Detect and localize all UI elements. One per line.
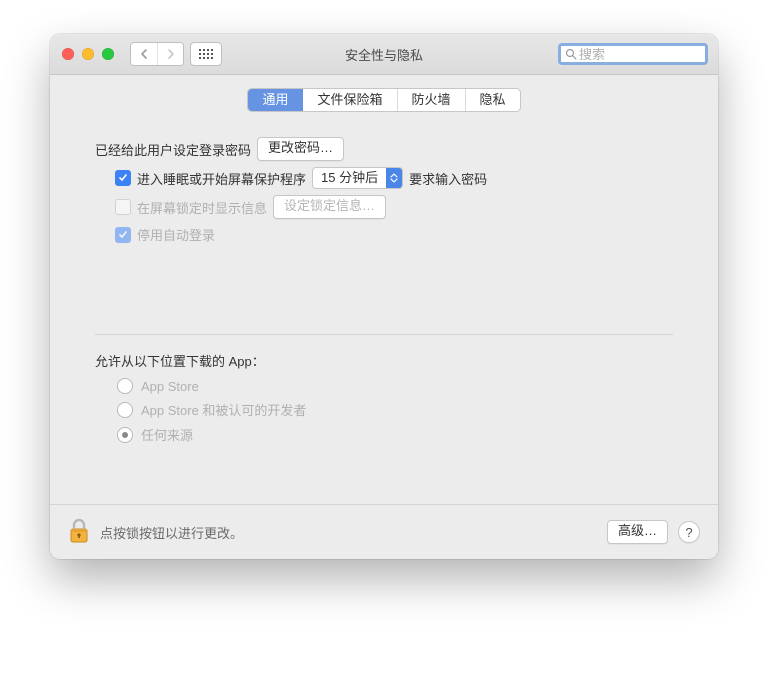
require-password-label: 进入睡眠或开始屏幕保护程序 [137,169,306,188]
advanced-button[interactable]: 高级… [607,520,668,544]
nav-back-forward [130,42,184,66]
radio-icon [117,378,133,394]
require-password-delay-select[interactable]: 15 分钟后 [312,167,403,189]
radio-identified-devs: App Store 和被认可的开发者 [117,400,673,419]
check-icon [118,230,128,240]
show-message-row: 在屏幕锁定时显示信息 设定锁定信息… [95,195,673,219]
lock-icon [68,518,90,544]
tab-firewall[interactable]: 防火墙 [397,89,465,111]
check-icon [118,173,128,183]
chevron-left-icon [140,49,148,59]
require-password-delay-value: 15 分钟后 [313,168,386,188]
footer: 点按锁按钮以进行更改。 高级… ? [50,504,718,559]
chevron-right-icon [167,49,175,59]
password-row: 已经给此用户设定登录密码 更改密码… [95,137,673,161]
search-input[interactable] [577,46,701,63]
grid-icon [199,49,213,59]
search-icon [565,48,577,60]
change-password-button[interactable]: 更改密码… [257,137,344,161]
disable-auto-login-row: 停用自动登录 [95,225,673,244]
tab-privacy[interactable]: 隐私 [465,89,520,111]
minimize-window-button[interactable] [82,48,94,60]
zoom-window-button[interactable] [102,48,114,60]
lock-button[interactable] [68,518,90,547]
set-lock-message-button: 设定锁定信息… [273,195,386,219]
radio-anywhere: 任何来源 [117,425,673,444]
show-message-label: 在屏幕锁定时显示信息 [137,198,267,217]
back-button[interactable] [131,43,157,65]
divider [95,334,673,335]
allow-download-title: 允许从以下位置下载的 App： [95,351,673,370]
disable-auto-login-checkbox [115,227,131,243]
tab-bar: 通用 文件保险箱 防火墙 隐私 [50,75,718,121]
help-button[interactable]: ? [678,521,700,543]
forward-button[interactable] [157,43,183,65]
stepper-icon [386,168,402,188]
content-general: 已经给此用户设定登录密码 更改密码… 进入睡眠或开始屏幕保护程序 15 分钟后 … [50,121,718,504]
lock-hint-text: 点按锁按钮以进行更改。 [100,523,597,542]
require-password-row: 进入睡眠或开始屏幕保护程序 15 分钟后 要求输入密码 [95,167,673,189]
allow-download-options: App Store App Store 和被认可的开发者 任何来源 [95,378,673,504]
radio-icon [117,427,133,443]
password-set-label: 已经给此用户设定登录密码 [95,140,251,159]
preferences-window: 安全性与隐私 通用 文件保险箱 防火墙 隐私 已经给此用户设定登录密码 更改密码… [50,34,718,559]
tab-filevault[interactable]: 文件保险箱 [302,89,396,111]
show-all-button[interactable] [190,42,222,66]
tab-general[interactable]: 通用 [248,89,302,111]
require-password-checkbox[interactable] [115,170,131,186]
require-password-suffix: 要求输入密码 [409,169,487,188]
titlebar: 安全性与隐私 [50,34,718,75]
radio-app-store: App Store [117,378,673,394]
traffic-lights [62,48,114,60]
radio-icon [117,402,133,418]
search-field[interactable] [558,43,708,65]
disable-auto-login-label: 停用自动登录 [137,225,215,244]
show-message-checkbox [115,199,131,215]
close-window-button[interactable] [62,48,74,60]
